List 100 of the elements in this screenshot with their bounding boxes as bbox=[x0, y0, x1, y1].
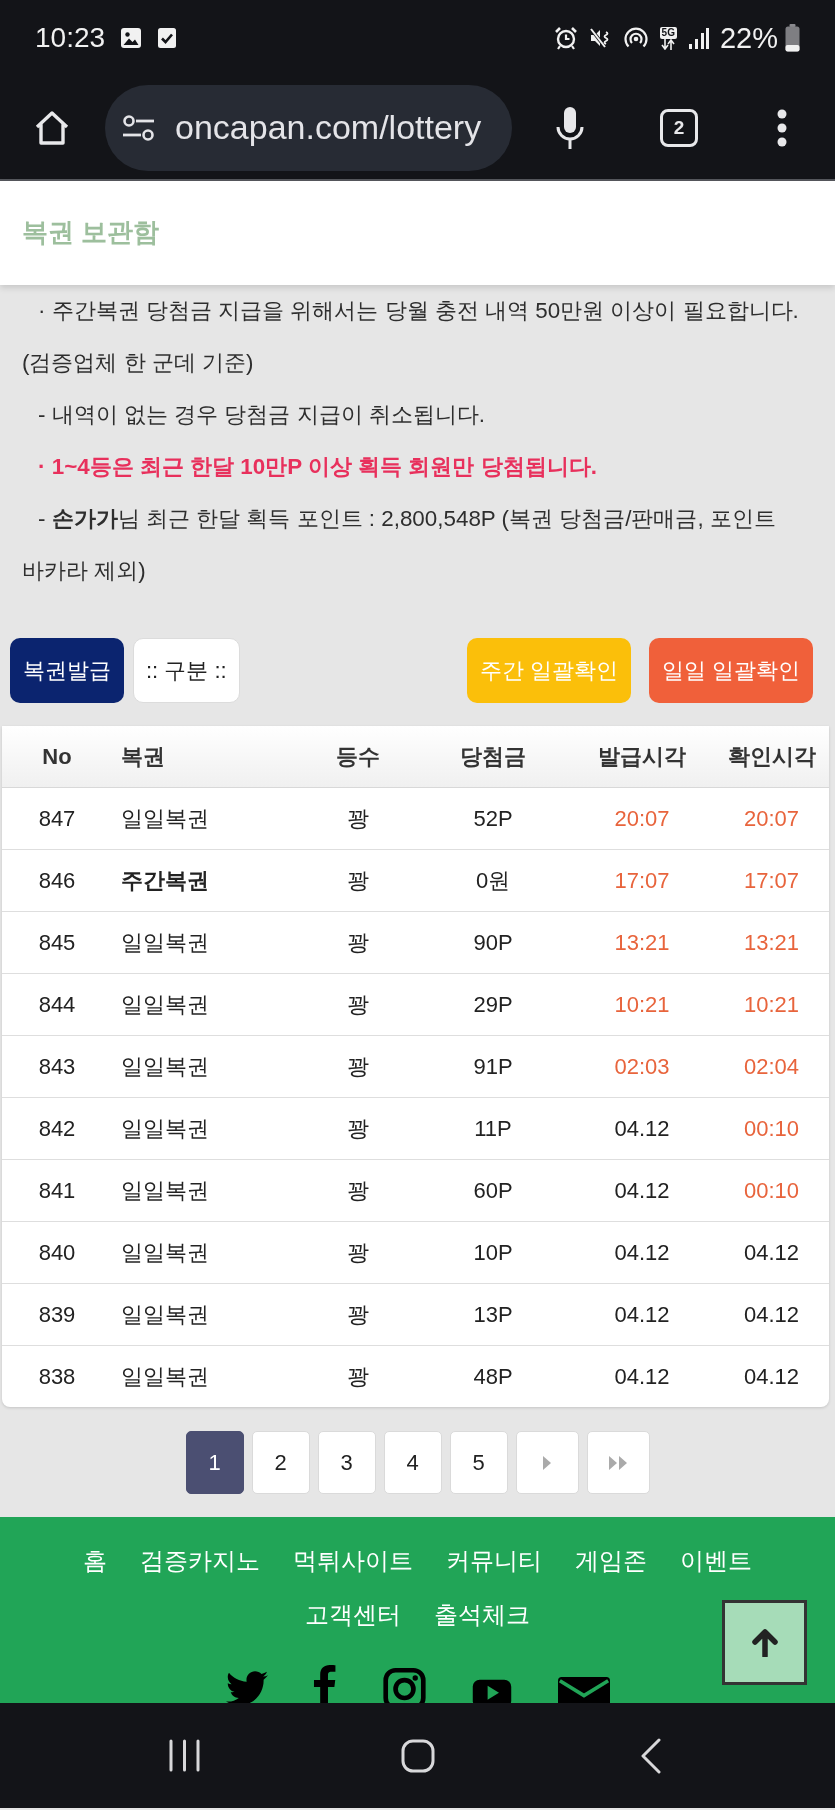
notice-text: - 손가가님 최근 한달 획득 포인트 : 2,800,548P (복권 당첨금/판매금, 포인트 바카라 제외) bbox=[22, 505, 777, 585]
page-button[interactable]: 5 bbox=[449, 1431, 508, 1494]
table-cell: 04.12 bbox=[570, 1221, 714, 1283]
check-square-icon bbox=[157, 27, 178, 49]
home-button-icon[interactable] bbox=[401, 1738, 435, 1773]
table-cell: 10:21 bbox=[714, 973, 829, 1035]
status-time: 10:23 bbox=[35, 24, 106, 52]
notice-text: - 내역이 없는 경우 당첨금 지급이 취소됩니다. bbox=[37, 401, 486, 429]
table-cell: 일일복권 bbox=[112, 1035, 300, 1097]
table-cell: 02:04 bbox=[714, 1035, 829, 1097]
facebook-icon[interactable] bbox=[312, 1664, 338, 1703]
table-cell: 843 bbox=[2, 1035, 112, 1097]
table-cell: 04.12 bbox=[714, 1345, 829, 1407]
table-cell: 꽝 bbox=[300, 1283, 416, 1345]
table-cell: 꽝 bbox=[300, 1035, 416, 1097]
weekly-check-all-button[interactable]: 주간 일괄확인 bbox=[466, 638, 631, 703]
last-page-icon bbox=[609, 1455, 627, 1470]
footer-link[interactable]: 먹튀사이트 bbox=[293, 1541, 413, 1581]
footer-link[interactable]: 게임존 bbox=[575, 1541, 647, 1581]
microphone-icon[interactable] bbox=[555, 105, 585, 150]
table-cell: 17:07 bbox=[714, 849, 829, 911]
table-cell: 844 bbox=[2, 973, 112, 1035]
table-cell: 꽝 bbox=[300, 849, 416, 911]
table-cell: 04.12 bbox=[570, 1159, 714, 1221]
table-cell: 일일복권 bbox=[112, 973, 300, 1035]
table-cell: 꽝 bbox=[300, 911, 416, 973]
table-cell: 17:07 bbox=[570, 849, 714, 911]
table-cell: 꽝 bbox=[300, 1097, 416, 1159]
daily-check-all-button[interactable]: 일일 일괄확인 bbox=[648, 638, 813, 703]
table-cell: 주간복권 bbox=[112, 849, 300, 911]
page-button[interactable]: 4 bbox=[383, 1431, 442, 1494]
table-cell: 04.12 bbox=[714, 1283, 829, 1345]
table-cell: 04.12 bbox=[570, 1345, 714, 1407]
table-cell: 11P bbox=[416, 1097, 570, 1159]
table-cell: 00:10 bbox=[714, 1097, 829, 1159]
more-options-icon[interactable] bbox=[776, 107, 788, 148]
table-cell: 꽝 bbox=[300, 1159, 416, 1221]
tab-switcher-button[interactable]: 2 bbox=[660, 108, 698, 147]
table-cell: 846 bbox=[2, 849, 112, 911]
next-icon bbox=[543, 1455, 551, 1470]
notice-text: · 주간복권 당첨금 지급을 위해서는 당월 충전 내역 50만원 이상이 필요합니다. (검증업체 한 군데 기준) bbox=[22, 297, 800, 377]
footer-link[interactable]: 이벤트 bbox=[680, 1541, 752, 1581]
table-cell: 13P bbox=[416, 1283, 570, 1345]
table-cell: 847 bbox=[2, 787, 112, 849]
table-cell: 꽝 bbox=[300, 787, 416, 849]
table-cell: 꽝 bbox=[300, 1221, 416, 1283]
category-select[interactable]: :: 구분 :: bbox=[133, 638, 240, 703]
column-header: No bbox=[2, 726, 112, 787]
address-bar[interactable]: oncapan.com/lottery bbox=[105, 84, 512, 171]
table-cell: 13:21 bbox=[714, 911, 829, 973]
footer-link[interactable]: 홈 bbox=[83, 1541, 107, 1581]
table-cell: 840 bbox=[2, 1221, 112, 1283]
table-cell: 10:21 bbox=[570, 973, 714, 1035]
column-header: 발급시각 bbox=[570, 726, 714, 787]
table-cell: 29P bbox=[416, 973, 570, 1035]
table-cell: 845 bbox=[2, 911, 112, 973]
recent-apps-icon[interactable] bbox=[169, 1739, 201, 1772]
table-cell: 10P bbox=[416, 1221, 570, 1283]
table-cell: 842 bbox=[2, 1097, 112, 1159]
battery-percent: 22% bbox=[719, 23, 778, 53]
page-button[interactable]: 3 bbox=[317, 1431, 376, 1494]
arrow-up-icon bbox=[751, 1628, 778, 1657]
table-cell: 일일복권 bbox=[112, 911, 300, 973]
table-cell: 04.12 bbox=[570, 1283, 714, 1345]
table-cell: 60P bbox=[416, 1159, 570, 1221]
footer-link[interactable]: 커뮤니티 bbox=[446, 1541, 542, 1581]
table-cell: 91P bbox=[416, 1035, 570, 1097]
column-header: 당첨금 bbox=[416, 726, 570, 787]
network-type-label: 5G bbox=[659, 26, 677, 39]
column-header: 확인시각 bbox=[714, 726, 829, 787]
table-cell: 02:03 bbox=[570, 1035, 714, 1097]
issue-lottery-button[interactable]: 복권발급 bbox=[10, 638, 124, 703]
footer-link[interactable]: 출석체크 bbox=[434, 1595, 530, 1635]
table-cell: 90P bbox=[416, 911, 570, 973]
table-cell: 일일복권 bbox=[112, 787, 300, 849]
table-cell: 일일복권 bbox=[112, 1345, 300, 1407]
notice-text: · 1~4등은 최근 한달 10만P 이상 획득 회원만 당첨됩니다. bbox=[37, 453, 598, 481]
table-cell: 52P bbox=[416, 787, 570, 849]
table-cell: 일일복권 bbox=[112, 1097, 300, 1159]
table-cell: 일일복권 bbox=[112, 1283, 300, 1345]
table-cell: 20:07 bbox=[714, 787, 829, 849]
scroll-to-top-button[interactable] bbox=[722, 1600, 807, 1685]
image-icon bbox=[120, 27, 143, 49]
table-cell: 00:10 bbox=[714, 1159, 829, 1221]
column-header: 복권 bbox=[112, 726, 300, 787]
table-cell: 838 bbox=[2, 1345, 112, 1407]
table-cell: 48P bbox=[416, 1345, 570, 1407]
column-header: 등수 bbox=[300, 726, 416, 787]
table-cell: 일일복권 bbox=[112, 1159, 300, 1221]
back-icon[interactable] bbox=[641, 1737, 662, 1774]
footer-link[interactable]: 고객센터 bbox=[305, 1595, 401, 1635]
table-cell: 04.12 bbox=[570, 1097, 714, 1159]
tune-icon bbox=[122, 114, 155, 141]
table-cell: 841 bbox=[2, 1159, 112, 1221]
table-cell: 20:07 bbox=[570, 787, 714, 849]
page-button[interactable]: 2 bbox=[251, 1431, 310, 1494]
footer-link[interactable]: 검증카지노 bbox=[140, 1541, 260, 1581]
page-button[interactable]: 1 bbox=[185, 1431, 244, 1494]
table-cell: 꽝 bbox=[300, 973, 416, 1035]
table-cell: 13:21 bbox=[570, 911, 714, 973]
